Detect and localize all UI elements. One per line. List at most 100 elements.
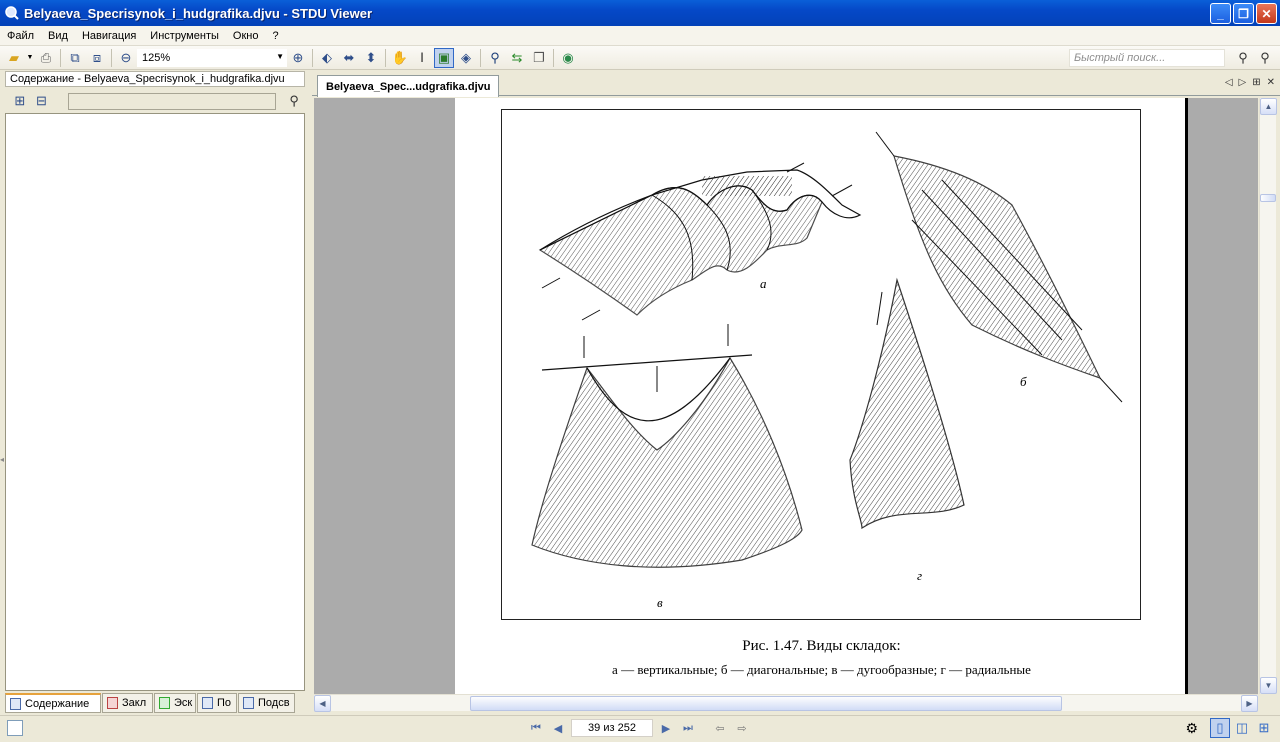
hand-tool-icon[interactable]: ✋ xyxy=(390,48,410,68)
quick-search-input[interactable]: Быстрый поиск... xyxy=(1069,49,1225,67)
tab-bookmarks[interactable]: Закл xyxy=(102,693,153,713)
contents-search-input[interactable] xyxy=(68,92,277,110)
zoom-in-icon[interactable]: ⊕ xyxy=(288,48,308,68)
search-binoculars-icon[interactable]: ⚲ xyxy=(1233,48,1253,68)
bookmark-icon xyxy=(107,697,118,709)
title-bar: Belyaeva_Specrisynok_i_hudgrafika.djvu -… xyxy=(0,0,1280,26)
document-page: а б в г Рис. 1.47. Виды складок: а — вер… xyxy=(455,98,1188,694)
contents-icon xyxy=(10,697,21,710)
thumbnail-icon xyxy=(159,697,170,709)
close-button[interactable]: ✕ xyxy=(1256,3,1277,24)
scroll-left-icon[interactable]: ◀ xyxy=(314,695,331,712)
contents-tree[interactable] xyxy=(5,113,305,691)
vertical-scroll-thumb[interactable] xyxy=(1260,194,1276,202)
dropdown-arrow-icon[interactable]: ▼ xyxy=(26,48,34,68)
menu-help[interactable]: ? xyxy=(265,30,285,42)
contents-panel: Содержание - Belyaeva_Specrisynok_i_hudg… xyxy=(0,70,310,715)
figure-caption: Рис. 1.47. Виды складок: xyxy=(742,638,901,654)
figure-label-g: г xyxy=(917,568,922,583)
tab-highlights[interactable]: Подсв xyxy=(238,693,295,713)
copy-page-icon[interactable]: ⧉ xyxy=(65,48,85,68)
menu-window[interactable]: Окно xyxy=(226,30,266,42)
first-page-icon[interactable]: ⏮ xyxy=(527,719,545,737)
page-viewport[interactable]: а б в г Рис. 1.47. Виды складок: а — вер… xyxy=(314,98,1258,694)
snapshot-icon[interactable]: ◈ xyxy=(456,48,476,68)
fabric-v-drawing xyxy=(531,324,803,568)
document-tab[interactable]: Belyaeva_Spec...udgrafika.djvu xyxy=(317,75,500,97)
menu-navigation[interactable]: Навигация xyxy=(75,30,143,42)
expand-tree-icon[interactable]: ⊞ xyxy=(10,91,30,111)
page-navigation: ⏮ ◀ 39 из 252 ▶ ⏭ ⇦ ⇨ xyxy=(527,719,751,737)
highlight-icon xyxy=(243,697,254,709)
search-icon xyxy=(202,697,213,709)
search-options-icon[interactable]: ⚲ xyxy=(1255,48,1275,68)
scroll-down-icon[interactable]: ▼ xyxy=(1260,677,1277,694)
tab-controls: ◁ ▷ ⊞ ✕ xyxy=(1225,77,1275,88)
tab-thumbnails[interactable]: Эск xyxy=(154,693,196,713)
menu-tools[interactable]: Инструменты xyxy=(143,30,226,42)
toggle-panel-icon[interactable] xyxy=(7,720,23,736)
two-page-view-icon[interactable]: ◫ xyxy=(1232,718,1252,738)
chevron-down-icon: ▼ xyxy=(276,51,284,61)
single-page-view-icon[interactable]: ▯ xyxy=(1210,718,1230,738)
tab-close-icon[interactable]: ✕ xyxy=(1267,77,1275,88)
menu-file[interactable]: Файл xyxy=(0,30,41,42)
menu-view[interactable]: Вид xyxy=(41,30,75,42)
view-mode-buttons: ▯ ◫ ⊞ xyxy=(1210,718,1274,738)
next-page-icon[interactable]: ▶ xyxy=(657,719,675,737)
document-tabs: Belyaeva_Spec...udgrafika.djvu ◁ ▷ ⊞ ✕ xyxy=(312,74,1280,97)
settings-gear-icon[interactable]: ⚙ xyxy=(1185,720,1198,737)
drapery-illustration: а б в г xyxy=(531,131,1123,610)
binoculars-icon[interactable]: ⚲ xyxy=(284,91,304,111)
export-page-icon[interactable]: ⧈ xyxy=(87,48,107,68)
fit-page-icon[interactable]: ⬖ xyxy=(317,48,337,68)
text-select-icon[interactable]: Ⅰ xyxy=(412,48,432,68)
zoom-select[interactable]: 125% ▼ xyxy=(137,48,287,67)
window-title: Belyaeva_Specrisynok_i_hudgrafika.djvu -… xyxy=(24,5,373,21)
tab-list-icon[interactable]: ⊞ xyxy=(1252,77,1260,88)
horizontal-scrollbar[interactable]: ◀ ▶ xyxy=(314,694,1258,712)
tab-contents[interactable]: Содержание xyxy=(5,693,101,713)
maximize-button[interactable]: ❐ xyxy=(1233,3,1254,24)
fabric-g-drawing xyxy=(849,277,965,530)
copy-icon[interactable]: ❐ xyxy=(529,48,549,68)
zoom-value: 125% xyxy=(142,51,171,64)
figure-label-v: в xyxy=(657,595,663,610)
collapse-tree-icon[interactable]: ⊟ xyxy=(32,91,52,111)
last-page-icon[interactable]: ⏭ xyxy=(679,719,697,737)
back-icon[interactable]: ⇦ xyxy=(711,719,729,737)
document-area: Belyaeva_Spec...udgrafika.djvu ◁ ▷ ⊞ ✕ а… xyxy=(312,70,1280,715)
minimize-button[interactable]: _ xyxy=(1210,3,1231,24)
zoom-out-icon[interactable]: ⊖ xyxy=(116,48,136,68)
vertical-scrollbar[interactable]: ▲ ▼ xyxy=(1259,98,1277,694)
find-icon[interactable]: ⚲ xyxy=(485,48,505,68)
image-select-icon[interactable]: ▣ xyxy=(434,47,454,68)
figure-label-b: б xyxy=(1020,374,1027,389)
tab-search[interactable]: По xyxy=(197,693,237,713)
panel-header: Содержание - Belyaeva_Specrisynok_i_hudg… xyxy=(5,71,305,87)
figure-caption-detail: а — вертикальные; б — диагональные; в — … xyxy=(612,662,1031,677)
panel-toolbar: ⊞ ⊟ ⚲ xyxy=(5,90,305,112)
tab-next-icon[interactable]: ▷ xyxy=(1239,77,1247,88)
panel-tabs: Содержание Закл Эск По Подсв xyxy=(5,693,305,713)
splitter-handle-icon[interactable]: ◂ xyxy=(0,455,4,464)
figure-label-a: а xyxy=(760,276,767,291)
fit-height-icon[interactable]: ⬍ xyxy=(361,48,381,68)
open-folder-icon[interactable]: ▰ xyxy=(4,48,24,68)
sync-icon[interactable]: ⇆ xyxy=(507,48,527,68)
scroll-right-icon[interactable]: ▶ xyxy=(1241,695,1258,712)
tab-prev-icon[interactable]: ◁ xyxy=(1225,77,1233,88)
prev-page-icon[interactable]: ◀ xyxy=(549,719,567,737)
fit-width-icon[interactable]: ⬌ xyxy=(339,48,359,68)
status-bar: ⏮ ◀ 39 из 252 ▶ ⏭ ⇦ ⇨ ⚙ ▯ ◫ ⊞ xyxy=(0,715,1280,742)
scroll-up-icon[interactable]: ▲ xyxy=(1260,98,1277,115)
main-toolbar: ▰ ▼ ⎙ ⧉ ⧈ ⊖ 125% ▼ ⊕ ⬖ ⬌ ⬍ ✋ Ⅰ ▣ ◈ ⚲ ⇆ ❐… xyxy=(0,46,1280,70)
figure-frame: а б в г xyxy=(501,109,1141,620)
grid-view-icon[interactable]: ⊞ xyxy=(1254,718,1274,738)
app-icon xyxy=(5,6,19,20)
page-number-field[interactable]: 39 из 252 xyxy=(571,719,653,737)
print-icon[interactable]: ⎙ xyxy=(36,48,56,68)
forward-icon[interactable]: ⇨ xyxy=(733,719,751,737)
horizontal-scroll-thumb[interactable] xyxy=(470,696,1062,711)
web-update-icon[interactable]: ◉ xyxy=(558,48,578,68)
